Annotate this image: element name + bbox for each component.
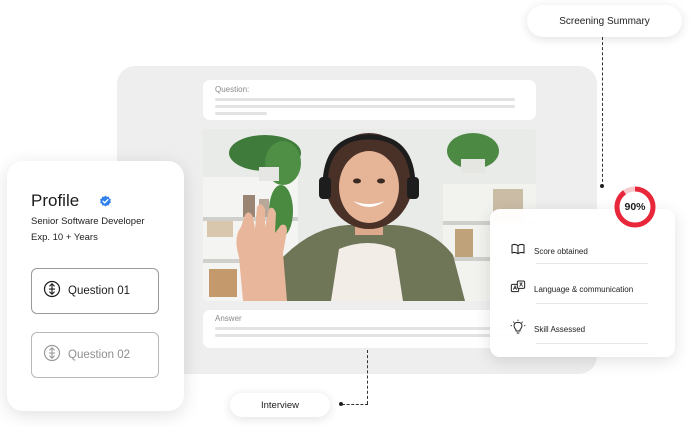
question-text-line	[215, 98, 515, 101]
profile-experience: Exp. 10 + Years	[31, 232, 98, 243]
summary-divider	[536, 263, 648, 264]
translate-icon	[510, 279, 526, 300]
interview-connector-line	[367, 350, 368, 404]
summary-connector-line	[602, 37, 603, 187]
answer-card: Answer	[203, 310, 536, 348]
lightbulb-icon	[510, 319, 526, 340]
candidate-video[interactable]	[203, 129, 536, 301]
answer-text-line	[215, 334, 515, 337]
question-text-line	[215, 112, 267, 115]
profile-card: Profile Senior Software Developer Exp. 1…	[7, 161, 184, 411]
connector-dot	[339, 402, 343, 406]
question-01-label: Question 01	[68, 285, 131, 297]
question-02-button[interactable]: Question 02	[31, 332, 159, 378]
score-value: 90%	[624, 201, 646, 213]
summary-item-skill: Skill Assessed	[510, 319, 585, 340]
verified-badge-icon	[99, 195, 112, 213]
candidate-video-image	[203, 129, 536, 301]
summary-item-label: Language & communication	[534, 285, 634, 294]
summary-item-score: Score obtained	[510, 241, 588, 262]
interview-connector-line	[342, 404, 368, 405]
question-02-label: Question 02	[68, 349, 131, 361]
interview-pill[interactable]: Interview	[230, 393, 330, 417]
summary-divider	[536, 343, 648, 344]
question-01-button[interactable]: Question 01	[31, 268, 159, 314]
ai-question-icon	[43, 280, 61, 303]
answer-text-line	[215, 327, 515, 330]
question-text-line	[215, 105, 515, 108]
answer-label: Answer	[215, 314, 242, 323]
screening-summary-card: Score obtained Language & communication …	[490, 209, 675, 357]
summary-item-label: Score obtained	[534, 247, 588, 256]
screening-summary-pill[interactable]: Screening Summary	[527, 5, 682, 37]
ai-question-icon	[43, 344, 61, 367]
question-card: Question:	[203, 80, 536, 120]
profile-role: Senior Software Developer	[31, 216, 145, 227]
connector-dot	[600, 184, 604, 188]
profile-title: Profile	[31, 191, 80, 210]
question-label: Question:	[215, 85, 250, 94]
summary-divider	[536, 303, 648, 304]
summary-item-label: Skill Assessed	[534, 325, 586, 334]
open-book-icon	[510, 241, 526, 262]
summary-item-language: Language & communication	[510, 279, 633, 300]
